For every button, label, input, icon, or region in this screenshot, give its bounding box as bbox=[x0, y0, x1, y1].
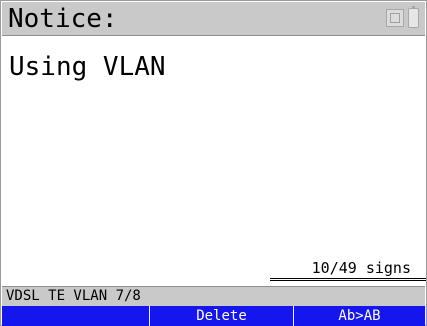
sign-counter: 10/49 signs bbox=[311, 259, 411, 277]
menu-path: VDSL TE VLAN 7/8 bbox=[6, 288, 141, 304]
title-bar: Notice: bbox=[2, 2, 425, 36]
counter-underline bbox=[270, 278, 426, 281]
battery-icon bbox=[408, 6, 419, 28]
screen-title: Notice: bbox=[8, 4, 118, 34]
delete-softkey[interactable]: Delete bbox=[150, 306, 294, 326]
device-screen: Notice: Using VLAN 10/49 signs VDSL TE V… bbox=[0, 0, 427, 326]
case-toggle-softkey[interactable]: Ab>AB bbox=[294, 306, 425, 326]
network-icon bbox=[386, 9, 404, 27]
notice-text-value[interactable]: Using VLAN bbox=[9, 51, 166, 83]
menu-path-bar: VDSL TE VLAN 7/8 bbox=[2, 286, 425, 306]
status-icons bbox=[386, 6, 419, 28]
softkey-bar: Delete Ab>AB bbox=[2, 306, 425, 326]
softkey-1[interactable] bbox=[2, 306, 150, 326]
notice-text-editor[interactable]: Using VLAN 10/49 signs bbox=[2, 37, 426, 281]
